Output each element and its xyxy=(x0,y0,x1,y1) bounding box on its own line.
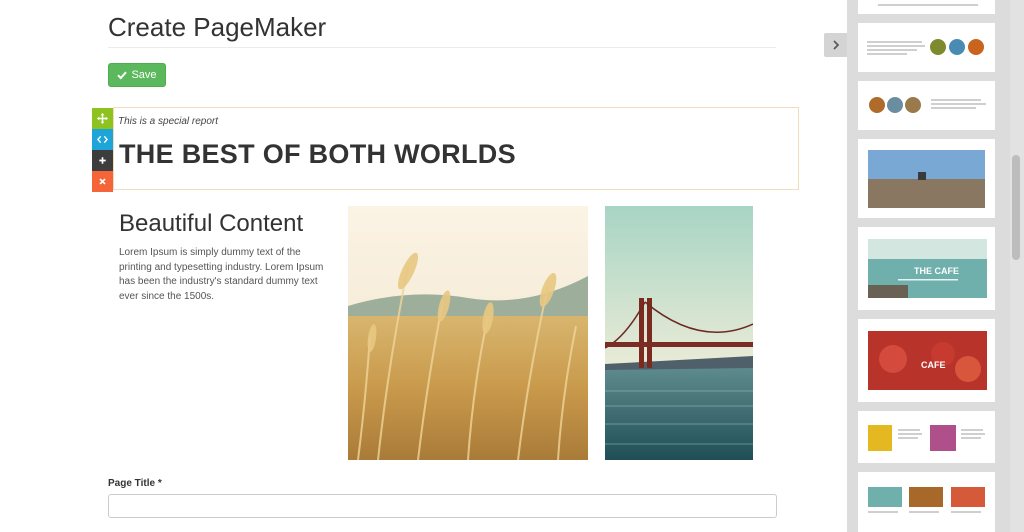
close-icon xyxy=(99,178,106,185)
template-text-three-circles[interactable] xyxy=(858,23,995,72)
special-report-block[interactable]: This is a special report THE BEST OF BOT… xyxy=(113,107,799,190)
content-body: Lorem Ipsum is simply dummy text of the … xyxy=(119,247,324,302)
template-cafe-strawberry-banner[interactable]: CAFE xyxy=(858,319,995,402)
add-block-button[interactable] xyxy=(92,150,113,171)
check-icon xyxy=(117,71,128,80)
cafe-strawberry-label: CAFE xyxy=(921,360,946,370)
wheat-field-image xyxy=(348,206,588,460)
sidebar-toggle-button[interactable] xyxy=(824,33,847,57)
golden-gate-bridge-image xyxy=(605,206,753,460)
edit-code-button[interactable] xyxy=(92,129,113,150)
page-title: Create PageMaker xyxy=(108,12,327,42)
chevron-right-icon xyxy=(832,40,839,50)
template-top-partial[interactable] xyxy=(858,0,995,14)
template-two-images-text[interactable] xyxy=(858,411,995,463)
move-block-button[interactable] xyxy=(92,108,113,129)
save-button[interactable]: Save xyxy=(108,63,166,87)
code-icon xyxy=(97,135,108,144)
template-beach-banner[interactable] xyxy=(858,139,995,218)
report-subtitle: This is a special report xyxy=(118,116,219,127)
save-label: Save xyxy=(131,69,157,81)
template-three-images-captions[interactable] xyxy=(858,472,995,532)
content-heading: Beautiful Content xyxy=(119,210,304,237)
template-three-circles-text[interactable] xyxy=(858,81,995,130)
plus-icon xyxy=(99,157,106,164)
title-divider xyxy=(108,47,776,48)
delete-block-button[interactable] xyxy=(92,171,113,192)
sidebar-scroll-thumb[interactable] xyxy=(1012,155,1020,260)
move-icon xyxy=(97,113,108,124)
page-title-label: Page Title * xyxy=(108,478,162,489)
template-cafe-sea-banner[interactable]: THE CAFE xyxy=(858,227,995,310)
block-toolbar xyxy=(92,108,113,192)
page-title-input[interactable] xyxy=(108,494,777,518)
cafe-sea-label: THE CAFE xyxy=(914,266,959,276)
sidebar-scrollbar[interactable] xyxy=(1010,0,1024,532)
report-heading: THE BEST OF BOTH WORLDS xyxy=(119,139,516,169)
